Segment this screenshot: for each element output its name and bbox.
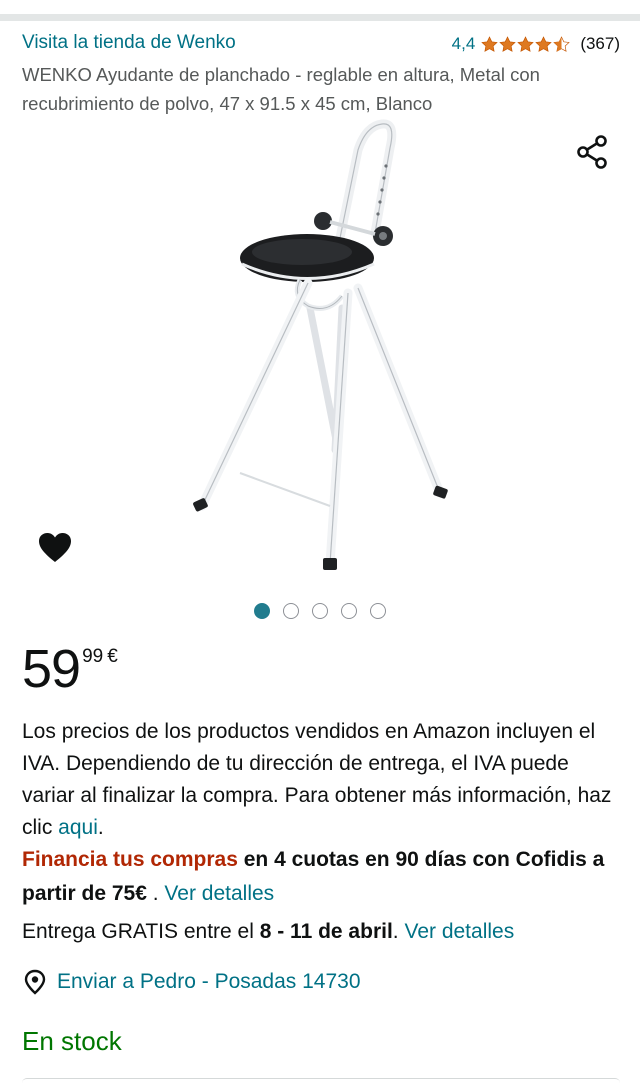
price: 59 99 € xyxy=(22,640,118,698)
store-link[interactable]: Visita la tienda de Wenko xyxy=(22,31,236,55)
tax-info-end: . xyxy=(97,816,104,839)
product-image[interactable] xyxy=(190,118,460,578)
price-fraction: 99 xyxy=(82,646,104,667)
price-whole: 59 xyxy=(22,639,81,699)
availability-status: En stock xyxy=(22,1026,122,1056)
image-carousel-dots xyxy=(254,603,386,619)
ship-to-address[interactable]: Enviar a Pedro - Posadas 14730 xyxy=(22,966,361,998)
price-currency: € xyxy=(107,646,118,667)
carousel-dot-5[interactable] xyxy=(370,603,386,619)
star-icon xyxy=(481,35,499,52)
rating-value: 4,4 xyxy=(451,34,476,53)
heart-icon xyxy=(39,533,71,562)
rating-count: (367) xyxy=(580,34,620,53)
share-button[interactable] xyxy=(574,132,614,172)
carousel-dot-1[interactable] xyxy=(254,603,270,619)
tax-info-text: Los precios de los productos vendidos en… xyxy=(22,720,612,839)
financing-separator: . xyxy=(146,882,165,905)
delivery-suffix: . xyxy=(392,920,405,943)
product-title: WENKO Ayudante de planchado - reglable e… xyxy=(22,64,540,114)
wishlist-button[interactable] xyxy=(37,530,73,566)
next-section-edge xyxy=(22,1078,620,1083)
star-icon xyxy=(517,35,535,52)
financing-highlight[interactable]: Financia tus compras xyxy=(22,848,238,871)
carousel-dot-3[interactable] xyxy=(312,603,328,619)
tax-info-link[interactable]: aqui xyxy=(58,816,98,839)
rating-summary[interactable]: 4,4 (367) xyxy=(452,32,620,56)
delivery-info: Entrega GRATIS entre el 8 - 11 de abril.… xyxy=(22,916,622,948)
delivery-prefix: Entrega GRATIS entre el xyxy=(22,920,260,943)
store-rating-row: Visita la tienda de Wenko 4,4 (367) xyxy=(22,31,620,57)
location-pin-icon xyxy=(24,969,46,995)
top-divider xyxy=(0,14,640,21)
star-rating xyxy=(481,35,571,53)
star-half-icon xyxy=(553,35,571,52)
ship-to-text: Enviar a Pedro - Posadas 14730 xyxy=(57,970,361,993)
carousel-dot-2[interactable] xyxy=(283,603,299,619)
carousel-dot-4[interactable] xyxy=(341,603,357,619)
financing-info: Financia tus compras en 4 cuotas en 90 d… xyxy=(22,843,622,911)
tax-info: Los precios de los productos vendidos en… xyxy=(22,716,622,844)
star-icon xyxy=(535,35,553,52)
share-icon xyxy=(577,135,607,169)
financing-details-link[interactable]: Ver detalles xyxy=(164,882,274,905)
delivery-details-link[interactable]: Ver detalles xyxy=(404,920,514,943)
star-icon xyxy=(499,35,517,52)
delivery-dates: 8 - 11 de abril xyxy=(259,920,393,943)
